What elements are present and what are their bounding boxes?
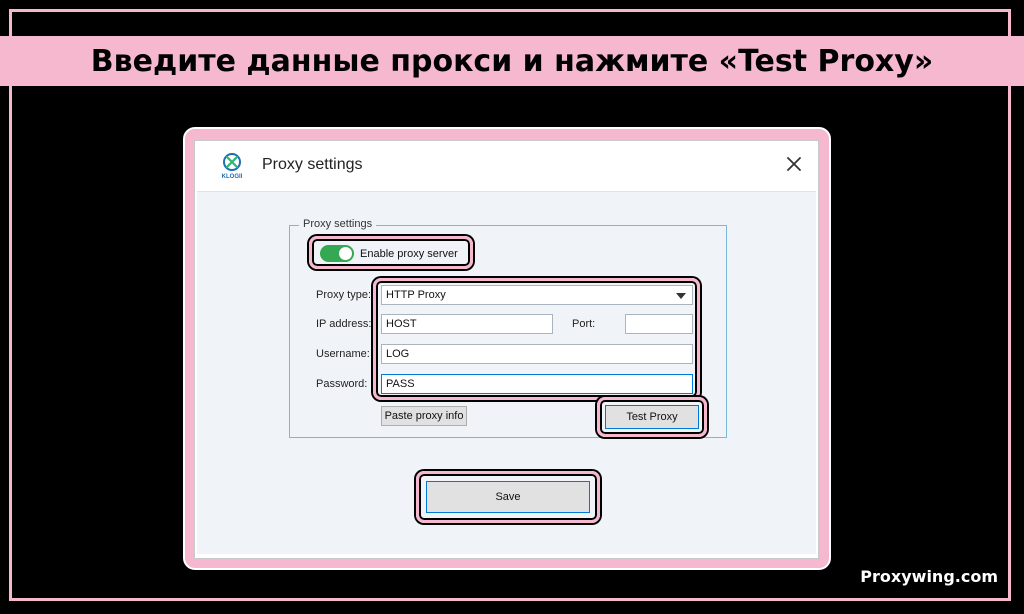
test-proxy-button[interactable]: Test Proxy [605, 405, 699, 429]
ip-address-input[interactable]: HOST [381, 314, 553, 334]
toggle-switch[interactable] [320, 245, 354, 262]
password-value: PASS [386, 378, 415, 390]
banner-title: Введите данные прокси и нажмите «Test Pr… [90, 43, 934, 79]
port-label: Port: [572, 318, 596, 330]
username-value: LOG [386, 348, 410, 360]
dialog-content: Proxy settings Enable proxy server Proxy… [197, 191, 816, 554]
app-logo-icon: KLOGII [219, 151, 245, 181]
enable-proxy-label: Enable proxy server [360, 247, 458, 260]
title-bar: KLOGII Proxy settings [195, 141, 818, 191]
proxy-type-select[interactable]: HTTP Proxy [381, 285, 693, 305]
watermark-text: Proxywing.com [860, 567, 998, 586]
save-button[interactable]: Save [426, 481, 590, 513]
password-label: Password: [316, 378, 368, 390]
window-title: Proxy settings [262, 156, 363, 173]
username-input[interactable]: LOG [381, 344, 693, 364]
ip-address-label: IP address: [316, 318, 372, 330]
paste-proxy-info-button[interactable]: Paste proxy info [381, 406, 467, 426]
close-icon [787, 157, 801, 171]
app-logo-text: KLOGII [221, 174, 243, 180]
password-input[interactable]: PASS [381, 374, 693, 394]
ip-address-value: HOST [386, 318, 417, 330]
chevron-down-icon [676, 293, 686, 299]
instruction-banner: Введите данные прокси и нажмите «Test Pr… [0, 36, 1024, 86]
proxy-type-value: HTTP Proxy [386, 289, 446, 301]
close-button[interactable] [780, 150, 808, 178]
proxy-type-label: Proxy type: [316, 289, 372, 301]
proxy-settings-window: KLOGII Proxy settings Proxy settings Ena… [194, 140, 819, 559]
group-label: Proxy settings [299, 218, 377, 230]
enable-proxy-toggle[interactable]: Enable proxy server [320, 245, 458, 262]
username-label: Username: [316, 348, 370, 360]
port-input[interactable] [625, 314, 693, 334]
